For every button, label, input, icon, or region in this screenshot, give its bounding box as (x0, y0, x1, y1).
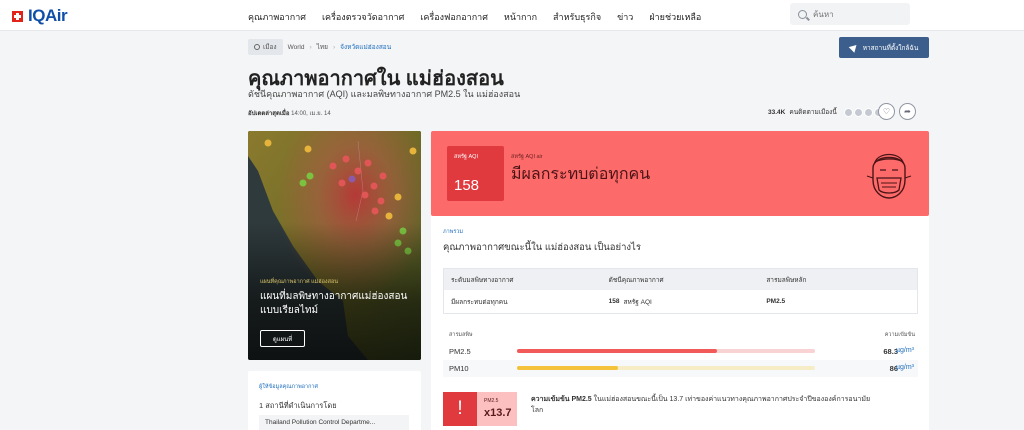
avatar (843, 107, 853, 117)
breadcrumb-city-label: เมือง (263, 44, 277, 51)
find-nearest-label: หาสถานที่ตั้งใกล้ฉัน (862, 44, 919, 52)
pollutant-label: สารมลพิษ (449, 332, 473, 338)
map-kicker: แผนที่คุณภาพอากาศ แม่ฮ่องสอน (260, 279, 339, 285)
table-row: มีผลกระทบต่อทุกคน 158 สหรัฐ AQI PM2.5 (444, 290, 917, 313)
swiss-flag-icon (12, 10, 23, 22)
pollutant-bar-fill (517, 366, 619, 370)
pollutant-row-pm25: PM2.5 68.3 µg/m³ (443, 343, 918, 360)
nav-support[interactable]: ฝ่ายช่วยเหลือ (649, 10, 701, 24)
aqi-value: 158 (454, 177, 480, 194)
header-aqi: ดัชนีคุณภาพอากาศ (608, 276, 664, 284)
contributors-kicker: ผู้ให้ข้อมูลคุณภาพอากาศ (259, 384, 319, 390)
avatar (853, 107, 863, 117)
who-multiplier-badge: ! PM2.5 x13.7 (443, 392, 519, 426)
warning-exclamation-icon: ! (443, 392, 477, 426)
face-mask-icon (866, 153, 912, 199)
nav-air-purifiers[interactable]: เครื่องฟอกอากาศ (420, 10, 488, 24)
find-nearest-location-button[interactable]: หาสถานที่ตั้งใกล้ฉัน (839, 37, 929, 58)
logo-text: IQAir (28, 6, 68, 25)
last-updated: อัปเดตล่าสุดเมื่อ 14:00, เม.ย. 14 (248, 108, 331, 118)
location-pin-icon (254, 44, 260, 50)
pollutant-bar-track (517, 349, 815, 353)
pollutant-bar-track (517, 366, 815, 370)
cell-aqi: 158 สหรัฐ AQI (602, 290, 760, 313)
breadcrumb-province[interactable]: จังหวัดแม่ฮ่องสอน (340, 42, 391, 52)
breadcrumb-city-chip[interactable]: เมือง (248, 39, 283, 55)
aqi-status-text: มีผลกระทบต่อทุกคน (511, 166, 651, 183)
search-box[interactable] (790, 3, 910, 25)
nav-news[interactable]: ข่าว (617, 10, 633, 24)
share-arrow-icon: ➦ (904, 107, 911, 116)
breadcrumb-separator: › (309, 43, 312, 51)
nav-business[interactable]: สำหรับธุรกิจ (553, 10, 601, 24)
cell-pollution-level: มีผลกระทบต่อทุกคน (451, 298, 508, 306)
search-input[interactable] (813, 9, 893, 19)
air-quality-map-card[interactable]: แผนที่คุณภาพอากาศ แม่ฮ่องสอน แผนที่มลพิษ… (248, 131, 421, 360)
station-count: 1 สถานีที่ดำเนินการโดย (259, 401, 337, 410)
navigation-arrow-icon (848, 42, 860, 53)
pollutant-value: 86 µg/m³ (890, 364, 914, 373)
overview-question: คุณภาพอากาศขณะนี้ใน แม่ฮ่องสอน เป็นอย่าง… (443, 242, 641, 253)
pollutant-name: PM2.5 (449, 347, 471, 356)
pollutant-unit: µg/m³ (895, 364, 914, 371)
station-name[interactable]: Thailand Pollution Control Departme... (259, 415, 409, 430)
aqi-status-card: สหรัฐ AQI 158 สหรัฐ AQI air มีผลกระทบต่อ… (431, 131, 929, 216)
aqi-value-box: สหรัฐ AQI 158 (447, 146, 504, 201)
search-icon (798, 9, 807, 19)
last-updated-time: 14:00, เม.ย. 14 (291, 111, 331, 117)
top-navigation-bar: IQAir คุณภาพอากาศ เครื่องตรวจวัดอากาศ เค… (0, 0, 1024, 31)
avatar (863, 107, 873, 117)
main-nav: คุณภาพอากาศ เครื่องตรวจวัดอากาศ เครื่องฟ… (248, 10, 701, 24)
overview-table-header: ระดับมลพิษทางอากาศ ดัชนีคุณภาพอากาศ สารม… (444, 269, 917, 290)
who-guideline-text: ความเข้มข้น PM2.5 ในแม่ฮ่องสอนขณะนี้เป็น… (531, 394, 871, 416)
heart-icon: ♡ (882, 107, 891, 116)
iqair-logo[interactable]: IQAir (12, 6, 68, 26)
pollutant-value: 68.3 µg/m³ (883, 347, 914, 356)
contributors-card: ผู้ให้ข้อมูลคุณภาพอากาศ 1 สถานีที่ดำเนิน… (248, 371, 421, 430)
nav-air-quality[interactable]: คุณภาพอากาศ (248, 10, 306, 24)
breadcrumb-country[interactable]: ไทย (317, 42, 328, 52)
concentration-label: ความเข้มข้น (884, 332, 915, 338)
overview-table: ระดับมลพิษทางอากาศ ดัชนีคุณภาพอากาศ สารม… (443, 268, 918, 314)
who-guideline-bold: ความเข้มข้น PM2.5 (531, 396, 592, 403)
cell-main-pollutant-value: PM2.5 (766, 298, 786, 305)
page-subtitle: ดัชนีคุณภาพอากาศ (AQI) และมลพิษทางอากาศ … (248, 89, 521, 99)
multiplier-panel: PM2.5 x13.7 (477, 392, 517, 426)
pollutant-unit: µg/m³ (895, 347, 914, 354)
cell-main-pollutant: PM2.5 (759, 290, 917, 313)
followers-count: 33.4K (768, 108, 786, 116)
pollutant-row-pm10: PM10 86 µg/m³ (443, 360, 918, 377)
multiplier-value: x13.7 (484, 407, 512, 419)
follow-heart-button[interactable]: ♡ (878, 103, 895, 120)
pollutant-bar-fill (517, 349, 717, 353)
map-title: แผนที่มลพิษทางอากาศแม่ฮ่องสอนแบบเรียลไทม… (260, 291, 408, 316)
overview-card: ภาพรวม คุณภาพอากาศขณะนี้ใน แม่ฮ่องสอน เป… (431, 216, 929, 430)
followers-info: 33.4K คนติดตามเมืองนี้ (768, 107, 893, 117)
cell-aqi-value: 158 (608, 298, 620, 305)
pollutant-name: PM10 (449, 364, 469, 373)
map-gradient-overlay (248, 131, 421, 360)
view-map-button[interactable]: ดูแผนที่ (260, 330, 305, 347)
cell-aqi-unit: สหรัฐ AQI (623, 298, 652, 306)
header-main-pollutant: สารมลพิษหลัก (766, 276, 807, 284)
header-pollution-level: ระดับมลพิษทางอากาศ (451, 276, 514, 284)
last-updated-label: อัปเดตล่าสุดเมื่อ (248, 111, 290, 117)
pollutant-list-header: สารมลพิษ ความเข้มข้น (449, 331, 915, 339)
aqi-box-label: สหรัฐ AQI (454, 154, 478, 160)
breadcrumb: เมือง World › ไทย › จังหวัดแม่ฮ่องสอน (248, 39, 391, 55)
breadcrumb-separator: › (333, 43, 336, 51)
multiplier-pollutant-label: PM2.5 (484, 398, 499, 404)
share-button[interactable]: ➦ (899, 103, 916, 120)
followers-label: คนติดตามเมืองนี้ (789, 109, 837, 116)
nav-air-monitors[interactable]: เครื่องตรวจวัดอากาศ (322, 10, 404, 24)
aqi-kicker: สหรัฐ AQI air (511, 154, 543, 160)
breadcrumb-world[interactable]: World (288, 44, 305, 51)
overview-kicker: ภาพรวม (443, 229, 464, 235)
nav-masks[interactable]: หน้ากาก (504, 10, 537, 24)
